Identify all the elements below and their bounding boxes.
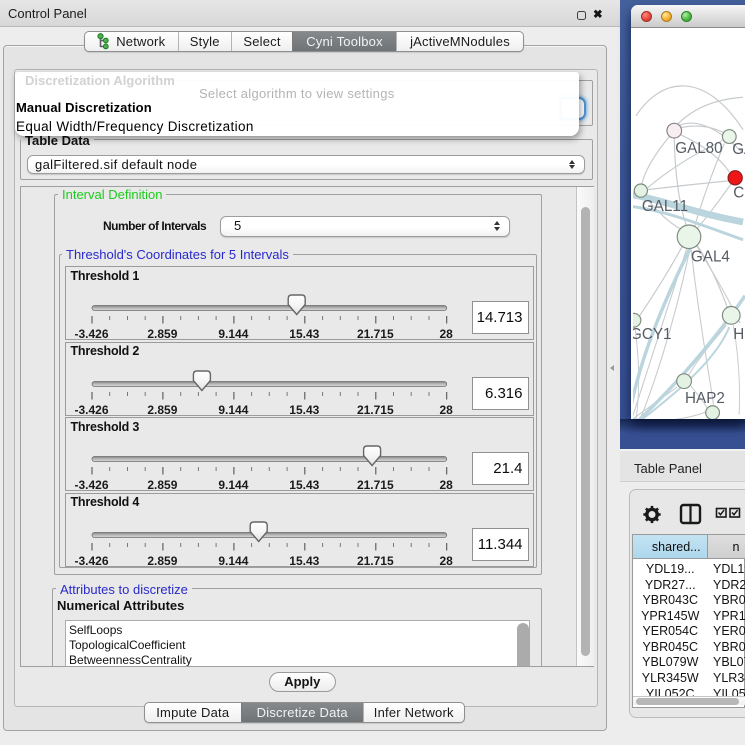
svg-text:GA: GA bbox=[732, 141, 745, 158]
svg-text:GCY1: GCY1 bbox=[633, 326, 672, 343]
svg-text:GAL80: GAL80 bbox=[675, 140, 722, 157]
svg-text:HAP2: HAP2 bbox=[685, 390, 725, 407]
svg-text:H: H bbox=[733, 326, 744, 343]
svg-text:GAL11: GAL11 bbox=[642, 198, 688, 215]
svg-text:GAL4: GAL4 bbox=[691, 248, 730, 265]
svg-text:C: C bbox=[733, 184, 744, 201]
